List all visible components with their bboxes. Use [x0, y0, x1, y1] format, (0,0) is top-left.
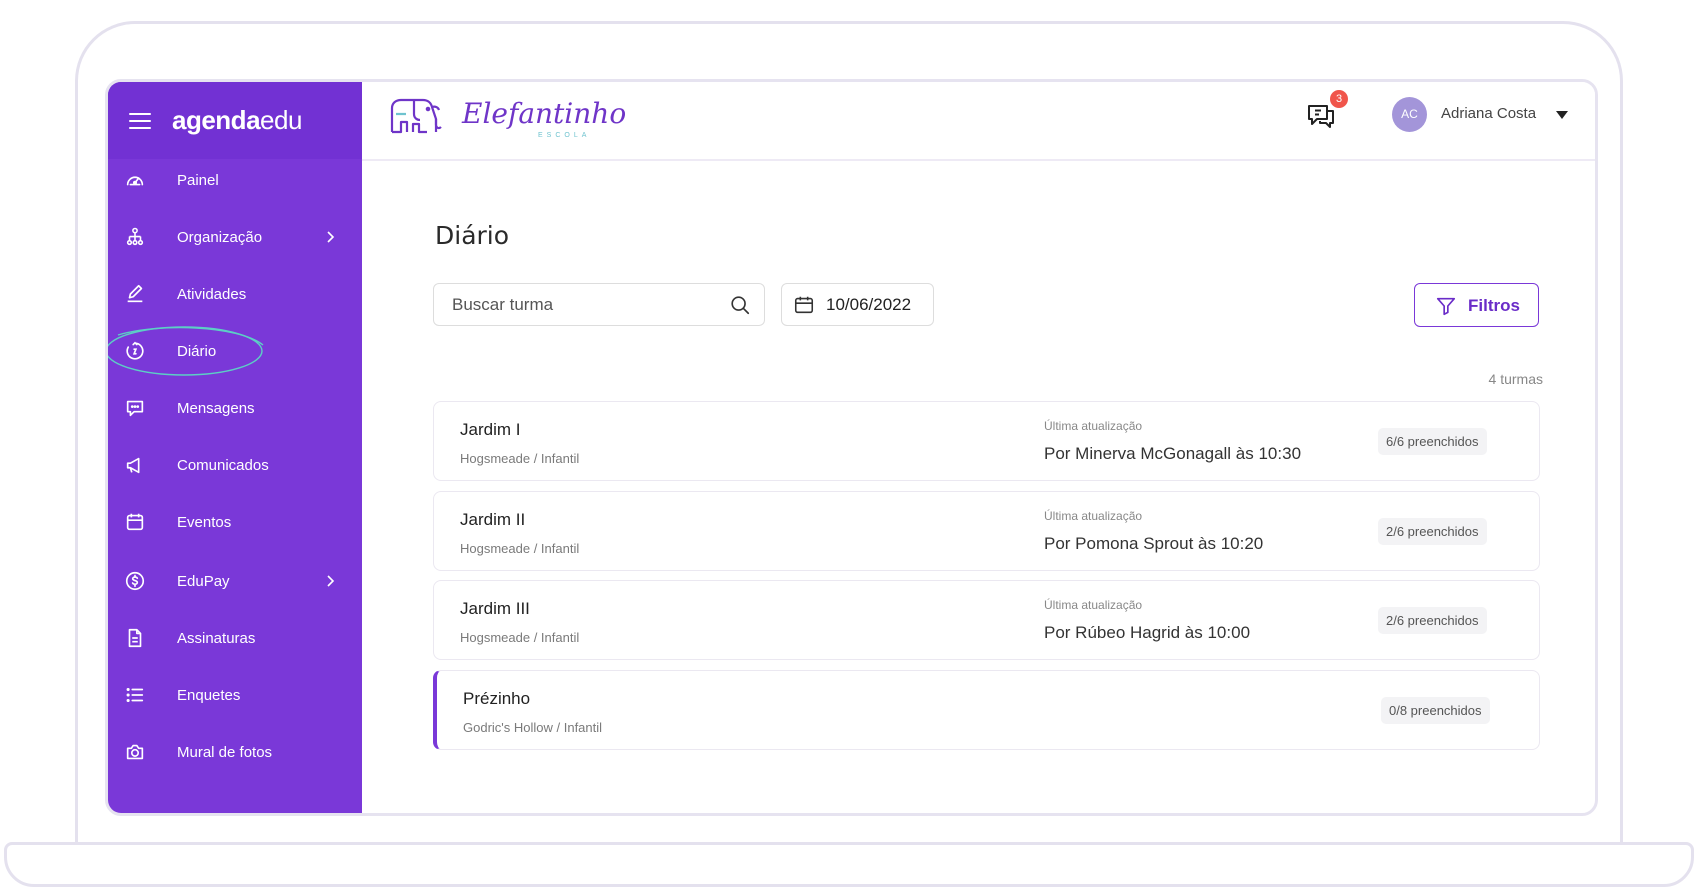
- brand-logo[interactable]: agendaedu: [172, 105, 302, 136]
- search-box: [433, 283, 765, 326]
- last-update-value: Por Pomona Sprout às 10:20: [1044, 534, 1264, 553]
- camera-icon: [126, 744, 144, 760]
- sidebar-item-atividades[interactable]: Atividades: [108, 274, 362, 314]
- class-card[interactable]: Jardim II Hogsmeade / Infantil Última at…: [433, 491, 1540, 571]
- sidebar-header: agendaedu: [108, 82, 362, 159]
- sidebar-item-label: Mural de fotos: [177, 743, 273, 761]
- filled-badge: 0/8 preenchidos: [1381, 697, 1490, 724]
- sidebar-item-comunicados[interactable]: Comunicados: [108, 445, 362, 485]
- filled-badge: 2/6 preenchidos: [1378, 607, 1487, 634]
- class-count: 4 turmas: [1488, 371, 1543, 387]
- calendar-icon: [794, 296, 814, 314]
- sidebar: agendaedu Painel Organização Atividades …: [108, 82, 362, 813]
- sidebar-item-label: Eventos: [177, 513, 232, 531]
- org-chart-icon: [126, 227, 144, 246]
- last-update-value: Por Minerva McGonagall às 10:30: [1044, 444, 1302, 463]
- sidebar-item-eventos[interactable]: Eventos: [108, 502, 362, 542]
- filters-button[interactable]: Filtros: [1414, 283, 1539, 327]
- list-icon: [126, 687, 144, 703]
- class-name: Jardim I: [460, 420, 521, 439]
- class-subtitle: Hogsmeade / Infantil: [460, 630, 580, 645]
- chevron-right-icon: [327, 575, 335, 587]
- school-name: Elefantinho: [462, 97, 627, 130]
- date-picker[interactable]: 10/06/2022: [781, 283, 934, 326]
- laptop-base: [4, 842, 1694, 887]
- search-input[interactable]: [450, 284, 724, 326]
- school-subtitle: ESCOLA: [538, 132, 591, 139]
- sidebar-item-organizacao[interactable]: Organização: [108, 217, 362, 257]
- gauge-icon: [126, 176, 144, 186]
- sidebar-item-painel[interactable]: Painel: [108, 160, 362, 200]
- last-update-value: Por Rúbeo Hagrid às 10:00: [1044, 623, 1251, 642]
- sidebar-item-edupay[interactable]: EduPay: [108, 561, 362, 601]
- notification-badge: 3: [1330, 90, 1348, 108]
- avatar[interactable]: AC: [1392, 97, 1427, 132]
- brand-light: edu: [260, 105, 302, 135]
- sidebar-item-assinaturas[interactable]: Assinaturas: [108, 618, 362, 658]
- class-card[interactable]: Jardim III Hogsmeade / Infantil Última a…: [433, 580, 1540, 660]
- school-logo[interactable]: Elefantinho ESCOLA: [388, 94, 627, 139]
- sidebar-item-diario[interactable]: Diário: [108, 326, 362, 376]
- chat-bubble-icon: [126, 400, 144, 417]
- top-bar: Elefantinho ESCOLA 3 AC Adriana Costa: [362, 82, 1595, 161]
- last-update-label: Última atualização: [1044, 509, 1143, 523]
- sidebar-item-mural-de-fotos[interactable]: Mural de fotos: [108, 732, 362, 772]
- filters-label: Filtros: [1468, 296, 1520, 315]
- main-content: Diário 10/06/2022 Filtros 4 turmas Jardi…: [362, 161, 1595, 813]
- sidebar-item-enquetes[interactable]: Enquetes: [108, 675, 362, 715]
- class-subtitle: Hogsmeade / Infantil: [460, 541, 580, 556]
- filled-badge: 6/6 preenchidos: [1378, 428, 1487, 455]
- sidebar-item-label: Painel: [177, 171, 219, 189]
- sidebar-item-label: Enquetes: [177, 686, 241, 704]
- caret-down-icon[interactable]: [1556, 111, 1568, 119]
- user-name[interactable]: Adriana Costa: [1441, 105, 1536, 122]
- dollar-icon: [125, 571, 145, 591]
- document-icon: [128, 628, 142, 648]
- diary-icon: [126, 341, 144, 360]
- page-title: Diário: [435, 221, 510, 250]
- last-update-label: Última atualização: [1044, 419, 1143, 433]
- sidebar-item-label: Diário: [177, 342, 217, 360]
- brand-bold: agenda: [172, 105, 261, 135]
- sidebar-item-label: Atividades: [177, 285, 247, 303]
- menu-icon[interactable]: [129, 112, 151, 129]
- class-name: Prézinho: [463, 689, 531, 708]
- class-card[interactable]: Jardim I Hogsmeade / Infantil Última atu…: [433, 401, 1540, 481]
- date-value: 10/06/2022: [826, 295, 912, 314]
- sidebar-item-label: Organização: [177, 228, 263, 246]
- chevron-right-icon: [327, 231, 335, 243]
- app-screen: agendaedu Painel Organização Atividades …: [105, 79, 1598, 816]
- class-name: Jardim II: [460, 510, 526, 529]
- sidebar-item-label: Comunicados: [177, 456, 269, 474]
- last-update-label: Última atualização: [1044, 598, 1143, 612]
- elephant-logo-icon: [390, 98, 442, 134]
- megaphone-icon: [126, 457, 140, 474]
- class-card[interactable]: Prézinho Godric's Hollow / Infantil 0/8 …: [433, 670, 1540, 750]
- filled-badge: 2/6 preenchidos: [1378, 518, 1487, 545]
- sidebar-item-label: Assinaturas: [177, 629, 256, 647]
- search-icon[interactable]: [729, 294, 751, 316]
- class-name: Jardim III: [460, 599, 530, 618]
- sidebar-item-label: Mensagens: [177, 399, 255, 417]
- class-subtitle: Hogsmeade / Infantil: [460, 451, 580, 466]
- pencil-icon: [127, 284, 143, 303]
- sidebar-item-label: EduPay: [177, 572, 230, 590]
- filter-icon: [1436, 297, 1456, 316]
- sidebar-item-mensagens[interactable]: Mensagens: [108, 388, 362, 428]
- class-subtitle: Godric's Hollow / Infantil: [463, 720, 603, 735]
- calendar-icon: [126, 513, 144, 531]
